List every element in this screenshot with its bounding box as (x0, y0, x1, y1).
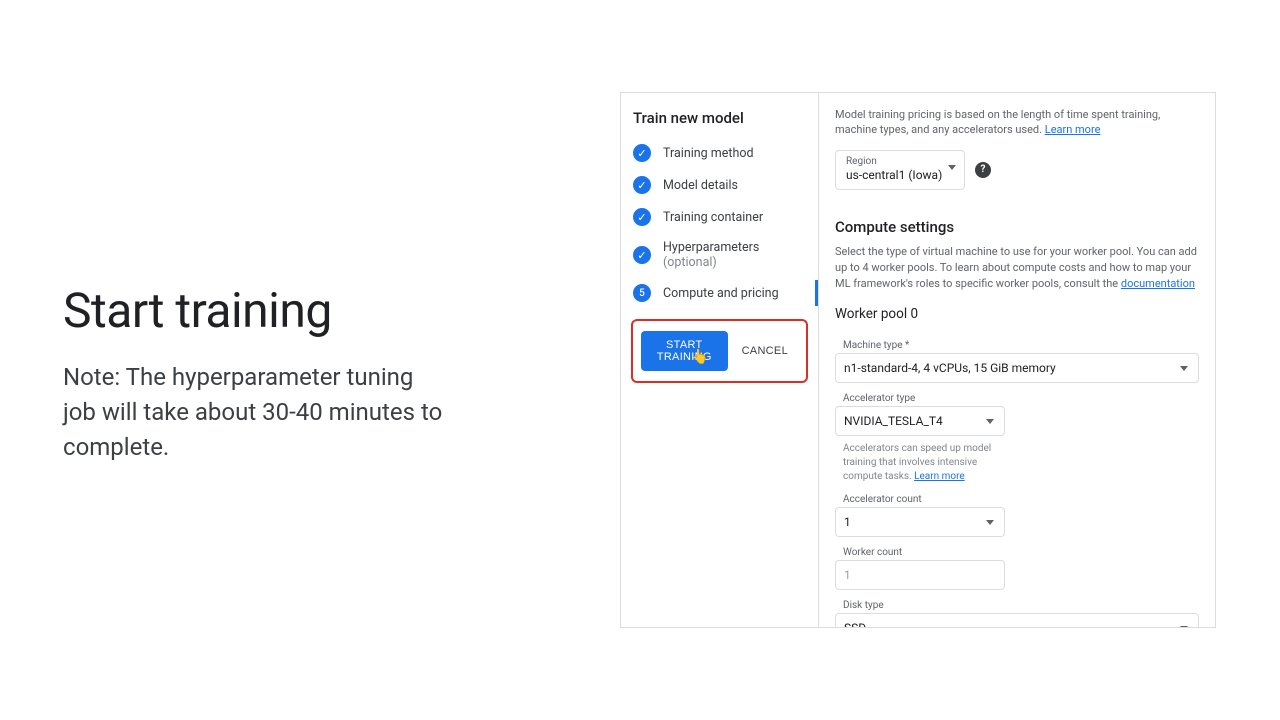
cancel-button[interactable]: CANCEL (732, 337, 798, 365)
machine-type-select[interactable]: n1-standard-4, 4 vCPUs, 15 GiB memory (835, 353, 1199, 383)
chevron-down-icon (948, 165, 956, 170)
step-label: Training method (663, 146, 754, 161)
worker-count-input[interactable]: 1 (835, 560, 1005, 590)
accelerator-type-field: Accelerator type NVIDIA_TESLA_T4 Acceler… (835, 393, 1199, 484)
worker-pool-title: Worker pool 0 (835, 306, 1199, 322)
machine-type-field: Machine type * n1-standard-4, 4 vCPUs, 1… (835, 340, 1199, 383)
step-label: Training container (663, 210, 763, 225)
accelerator-count-label: Accelerator count (835, 494, 1199, 505)
machine-type-label: Machine type * (835, 340, 1199, 351)
help-icon[interactable]: ? (975, 162, 991, 178)
check-icon (633, 144, 651, 162)
step-model-details[interactable]: Model details (621, 169, 818, 201)
step-optional: (optional) (663, 255, 717, 270)
step-training-container[interactable]: Training container (621, 201, 818, 233)
disk-type-select[interactable]: SSD (835, 613, 1199, 627)
accelerator-count-select[interactable]: 1 (835, 507, 1005, 537)
wizard-sidebar: Train new model Training method Model de… (621, 93, 819, 627)
action-button-row: START TRAINING CANCEL 👆 (631, 319, 808, 383)
accelerator-help-text: Accelerators can speed up model training… (843, 442, 1003, 484)
step-label: Hyperparameters (663, 240, 759, 255)
worker-count-field: Worker count 1 (835, 547, 1199, 590)
worker-count-label: Worker count (835, 547, 1199, 558)
step-number-icon: 5 (633, 284, 651, 302)
wizard-title: Train new model (621, 105, 818, 137)
disk-type-label: Disk type (835, 600, 1199, 611)
step-compute-pricing[interactable]: 5 Compute and pricing (621, 277, 818, 309)
step-hyperparameters[interactable]: Hyperparameters (optional) (621, 233, 818, 277)
pricing-description: Model training pricing is based on the l… (835, 107, 1199, 138)
accel-learn-more-link[interactable]: Learn more (914, 471, 965, 482)
documentation-link[interactable]: documentation (1121, 277, 1195, 290)
step-label: Compute and pricing (663, 286, 779, 301)
start-training-button[interactable]: START TRAINING (641, 331, 728, 371)
step-label: Model details (663, 178, 738, 193)
accelerator-type-label: Accelerator type (835, 393, 1199, 404)
check-icon (633, 246, 651, 264)
compute-settings-title: Compute settings (835, 218, 1199, 236)
dialog-panel: Train new model Training method Model de… (620, 92, 1216, 628)
check-icon (633, 208, 651, 226)
accelerator-count-field: Accelerator count 1 (835, 494, 1199, 537)
accelerator-type-select[interactable]: NVIDIA_TESLA_T4 (835, 406, 1005, 436)
disk-type-field: Disk type SSD (835, 600, 1199, 627)
step-training-method[interactable]: Training method (621, 137, 818, 169)
content-pane: Model training pricing is based on the l… (819, 93, 1215, 627)
slide-note: Note: The hyperparameter tuning job will… (63, 360, 443, 464)
region-select[interactable]: Region us-central1 (Iowa) (835, 150, 965, 190)
region-label: Region (846, 156, 954, 167)
learn-more-link[interactable]: Learn more (1045, 123, 1101, 136)
slide-title: Start training (63, 282, 332, 339)
compute-settings-desc: Select the type of virtual machine to us… (835, 244, 1199, 292)
region-value: us-central1 (Iowa) (846, 168, 954, 182)
check-icon (633, 176, 651, 194)
